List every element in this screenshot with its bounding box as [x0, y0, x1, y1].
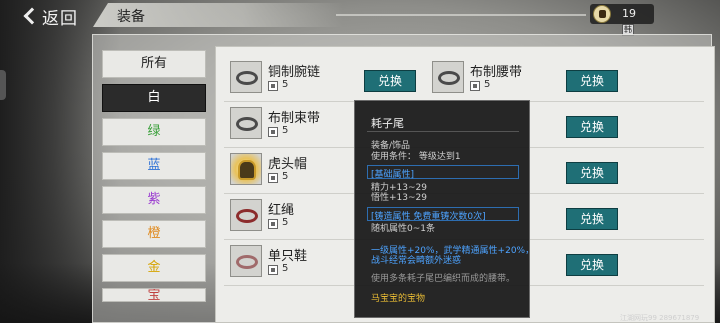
item-icon	[230, 153, 262, 185]
game-scene: 返回 装备 19 韩 所有 白 绿 蓝 紫 橙 金 宝 铜制腕链 5 兑换 布制…	[0, 0, 720, 323]
item-source: 马宝宝的宝物	[371, 294, 426, 304]
category-gold[interactable]: 金	[102, 254, 206, 282]
page-title: 装备	[117, 9, 145, 25]
item-icon	[230, 61, 262, 93]
item-name: 红绳	[268, 203, 295, 218]
item-qty: 5	[484, 79, 491, 90]
exchange-button[interactable]: 兑换	[364, 70, 416, 92]
item-icon	[432, 61, 464, 93]
item-tooltip: 耗子尾 装备/饰品 使用条件： 等级达到1 [基础属性] 精力+13~29 悟性…	[354, 100, 534, 318]
category-orange[interactable]: 橙	[102, 220, 206, 248]
item-icon	[230, 199, 262, 231]
exchange-button[interactable]: 兑换	[566, 254, 618, 276]
watermark: 江湖网玩99 289671879 12260045	[620, 314, 700, 322]
title-bar: 装备	[93, 3, 343, 27]
exchange-button[interactable]: 兑换	[566, 70, 618, 92]
belt-icon	[236, 117, 258, 131]
tooltip-title: 耗子尾	[371, 117, 404, 130]
bag-icon	[268, 127, 278, 137]
item-icon	[230, 107, 262, 139]
back-button[interactable]: 返回	[23, 4, 78, 29]
bag-icon	[268, 265, 278, 275]
exchange-button[interactable]: 兑换	[566, 162, 618, 184]
item-qty: 5	[282, 217, 289, 228]
tooltip-requirement: 使用条件： 等级达到1	[371, 152, 461, 162]
bag-icon	[470, 81, 480, 91]
item-name: 铜制腕链	[268, 65, 321, 80]
bag-icon	[268, 173, 278, 183]
back-label: 返回	[42, 8, 78, 29]
item-name: 布制腰带	[470, 65, 523, 80]
base-stat-insight: 悟性+13~29	[371, 193, 427, 203]
title-divider	[336, 14, 586, 16]
belt-icon	[438, 71, 460, 85]
chevron-left-icon	[23, 7, 41, 25]
item-qty: 5	[282, 171, 289, 182]
item-qty: 5	[282, 125, 289, 136]
item-name: 布制束带	[268, 111, 321, 126]
category-all[interactable]: 所有	[102, 50, 206, 78]
exchange-button[interactable]: 兑换	[566, 208, 618, 230]
bag-icon	[268, 219, 278, 229]
category-blue[interactable]: 蓝	[102, 152, 206, 180]
item-icon	[230, 245, 262, 277]
category-green[interactable]: 绿	[102, 118, 206, 146]
item-name: 单只鞋	[268, 249, 308, 264]
item-qty: 5	[282, 79, 289, 90]
currency-amount: 19	[622, 7, 636, 20]
rope-icon	[236, 209, 258, 223]
category-white[interactable]: 白	[102, 84, 206, 112]
bonus-line-2: 战斗经常会畸额外迷惑	[371, 256, 462, 266]
hat-icon	[238, 160, 256, 180]
item-qty: 5	[282, 263, 289, 274]
exchange-button[interactable]: 兑换	[566, 116, 618, 138]
category-purple[interactable]: 紫	[102, 186, 206, 214]
device-edge	[0, 70, 6, 100]
shoe-icon	[236, 255, 258, 269]
tooltip-divider	[367, 131, 519, 132]
category-list: 所有 白 绿 蓝 紫 橙 金 宝	[100, 46, 208, 323]
item-name: 虎头帽	[268, 157, 308, 172]
item-description: 使用多条耗子尾巴编织而成的腰带。	[371, 274, 516, 284]
forge-stat: 随机属性0~1条	[371, 224, 435, 234]
coin-icon	[593, 5, 611, 23]
bracelet-icon	[236, 71, 258, 85]
bag-icon	[268, 81, 278, 91]
base-attr-header: [基础属性]	[371, 170, 415, 180]
category-treasure[interactable]: 宝	[102, 288, 206, 302]
